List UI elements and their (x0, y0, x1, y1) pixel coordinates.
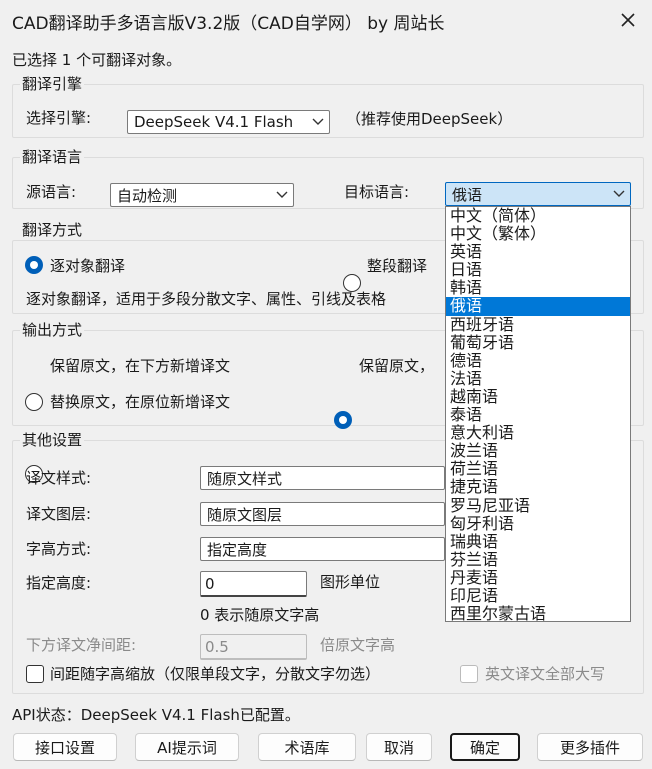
spacing-input-value: 0.5 (205, 637, 229, 656)
glossary-button[interactable]: 术语库 (258, 733, 356, 761)
selection-status: 已选择 1 个可翻译对象。 (12, 51, 182, 69)
cancel-button[interactable]: 取消 (366, 733, 432, 761)
output-keep-below-label[interactable]: 保留原文，在下方新增译文 (50, 355, 230, 376)
close-icon (621, 13, 635, 27)
target-language-dropdown[interactable]: 中文（简体） 中文（繁体） 英语 日语 韩语 俄语 西班牙语 葡萄牙语 德语 法语 越南语 泰语 意大利… (445, 206, 631, 622)
ok-button[interactable]: 确定 (450, 733, 520, 761)
style-label: 译文样式: (26, 469, 92, 487)
chevron-down-icon (307, 118, 329, 126)
source-language-label: 源语言: (26, 183, 77, 201)
engine-group-title: 翻译引擎 (20, 73, 85, 94)
language-option[interactable]: 葡萄牙语 (446, 333, 630, 352)
language-option[interactable]: 西里尔蒙古语 (446, 605, 630, 621)
language-option[interactable]: 中文（繁体） (446, 225, 630, 243)
language-option[interactable]: 丹麦语 (446, 568, 630, 587)
language-option[interactable]: 越南语 (446, 387, 630, 406)
language-option[interactable]: 捷克语 (446, 478, 630, 496)
output-keep-alt-label[interactable]: 保留原文， (359, 355, 434, 376)
mode-per-object-label[interactable]: 逐对象翻译 (50, 255, 125, 276)
height-input-value: 0 (205, 574, 215, 593)
more-plugins-button[interactable]: 更多插件 (537, 733, 643, 761)
height-unit: 图形单位 (320, 573, 381, 591)
language-option[interactable]: 韩语 (446, 279, 630, 297)
language-option[interactable]: 法语 (446, 369, 630, 388)
mode-paragraph-label[interactable]: 整段翻译 (367, 255, 427, 276)
language-option[interactable]: 波兰语 (446, 442, 630, 460)
title-bar: CAD翻译助手多语言版V3.2版（CAD自学网） by 周站长 (0, 0, 652, 40)
mode-description: 逐对象翻译，适用于多段分散文字、属性、引线及表格 (26, 290, 387, 308)
language-option[interactable]: 英语 (446, 243, 630, 261)
layer-label: 译文图层: (26, 505, 92, 523)
window-title: CAD翻译助手多语言版V3.2版（CAD自学网） by 周站长 (12, 14, 445, 34)
output-replace-label[interactable]: 替换原文，在原位新增译文 (50, 391, 230, 412)
interface-settings-button[interactable]: 接口设置 (13, 733, 117, 761)
height-mode-value: 指定高度 (207, 540, 268, 559)
spacing-input[interactable]: 0.5 (200, 634, 307, 660)
source-language-value: 自动检测 (117, 186, 178, 205)
height-hint: 0 表示随原文字高 (200, 606, 320, 624)
height-label: 指定高度: (26, 574, 92, 592)
target-language-label: 目标语言: (344, 183, 410, 201)
api-status: API状态：DeepSeek V4.1 Flash已配置。 (12, 706, 300, 724)
language-option[interactable]: 罗马尼亚语 (446, 496, 630, 515)
height-mode-select[interactable]: 指定高度 (200, 537, 445, 561)
layer-select-value: 随原文图层 (207, 505, 283, 524)
chevron-down-icon (271, 191, 293, 199)
uppercase-checkbox[interactable] (460, 665, 478, 683)
output-keep-alt-radio[interactable] (334, 411, 352, 429)
close-button[interactable] (606, 4, 650, 36)
other-settings-title: 其他设置 (20, 429, 85, 450)
language-option[interactable]: 荷兰语 (446, 460, 630, 478)
output-keep-below-radio[interactable] (25, 393, 43, 411)
spacing-unit: 倍原文字高 (320, 636, 396, 654)
language-option[interactable]: 俄语 (446, 297, 630, 316)
engine-label: 选择引擎: (26, 109, 92, 127)
engine-select-value: DeepSeek V4.1 Flash (134, 113, 294, 131)
spacing-label: 下方译文净间距: (26, 636, 137, 654)
mode-group-title: 翻译方式 (20, 219, 85, 240)
target-language-value: 俄语 (452, 185, 483, 204)
language-option[interactable]: 德语 (446, 351, 630, 370)
language-option[interactable]: 中文（简体） (446, 207, 630, 225)
language-option[interactable]: 印尼语 (446, 586, 630, 605)
style-select-value: 随原文样式 (207, 469, 283, 488)
ai-prompt-button[interactable]: AI提示词 (135, 733, 239, 761)
mode-per-object-radio[interactable] (25, 256, 43, 274)
scale-with-height-checkbox[interactable] (26, 665, 44, 683)
output-group-title: 输出方式 (20, 319, 85, 340)
scale-with-height-label[interactable]: 间距随字高缩放（仅限单段文字，分散文字勿选） (50, 663, 380, 684)
engine-hint: （推荐使用DeepSeek） (346, 110, 513, 128)
language-option[interactable]: 日语 (446, 261, 630, 279)
source-language-select[interactable]: 自动检测 (110, 183, 294, 207)
language-option[interactable]: 匈牙利语 (446, 514, 630, 533)
language-group-title: 翻译语言 (20, 146, 85, 167)
height-mode-label: 字高方式: (26, 540, 92, 558)
height-input[interactable]: 0 (200, 571, 307, 597)
chevron-down-icon (608, 190, 630, 198)
language-option[interactable]: 意大利语 (446, 424, 630, 442)
layer-select[interactable]: 随原文图层 (200, 502, 445, 526)
language-option[interactable]: 西班牙语 (446, 315, 630, 334)
language-option[interactable]: 泰语 (446, 405, 630, 424)
language-option[interactable]: 芬兰语 (446, 550, 630, 569)
language-option[interactable]: 瑞典语 (446, 532, 630, 551)
target-language-select[interactable]: 俄语 (445, 182, 631, 206)
uppercase-label[interactable]: 英文译文全部大写 (485, 663, 605, 684)
style-select[interactable]: 随原文样式 (200, 466, 445, 490)
engine-select[interactable]: DeepSeek V4.1 Flash (127, 110, 330, 134)
